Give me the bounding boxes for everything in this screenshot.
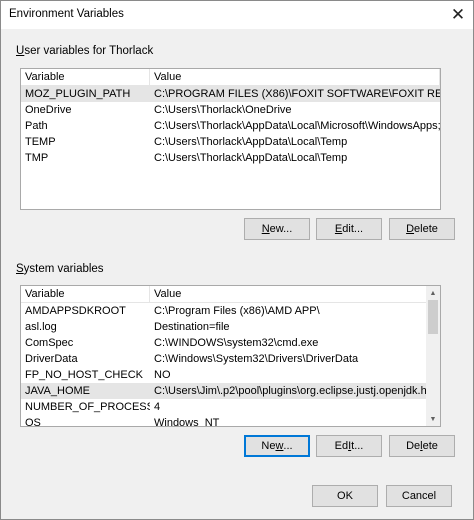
system-delete-button[interactable]: De l ete — [389, 435, 455, 457]
user-row-moz-plugin-path[interactable]: MOZ_PLUGIN_PATH C:\PROGRAM FILES (X86)\F… — [21, 86, 440, 102]
variable-name: asl.log — [25, 321, 57, 333]
user-edit-button[interactable]: Edit... — [316, 218, 382, 240]
scroll-up-arrow-icon[interactable]: ▲ — [426, 286, 440, 300]
variable-name: OneDrive — [25, 104, 72, 116]
variable-name: Path — [25, 120, 48, 132]
variable-value: NO — [154, 369, 171, 381]
variable-value: C:\Users\Thorlack\AppData\Local\Temp — [154, 136, 348, 148]
variable-value: C:\WINDOWS\system32\cmd.exe — [154, 337, 319, 349]
system-row-driverdata[interactable]: DriverData C:\Windows\System32\Drivers\D… — [21, 351, 440, 367]
system-row-comspec[interactable]: ComSpec C:\WINDOWS\system32\cmd.exe — [21, 335, 440, 351]
variable-value: C:\Users\Thorlack\OneDrive — [154, 104, 292, 116]
system-edit-button[interactable]: Ed It... — [316, 435, 382, 457]
variable-value: C:\Program Files (x86)\AMD APP\ — [154, 305, 320, 317]
column-header-value[interactable]: Value — [150, 69, 440, 85]
variable-name: DriverData — [25, 353, 78, 365]
user-delete-button[interactable]: Delete — [389, 218, 455, 240]
variable-value: Destination=file — [154, 321, 230, 333]
system-variables-list[interactable]: Variable Value AMDAPPSDKROOT C:\Program … — [20, 285, 441, 427]
variable-value: Windows_NT — [154, 417, 220, 427]
variable-name: OS — [25, 417, 41, 427]
variable-value: 4 — [154, 401, 161, 413]
variable-value: C:\Users\Jim\.p2\pool\plugins\org.eclips… — [154, 385, 440, 397]
ok-button[interactable]: OK — [312, 485, 378, 507]
variable-name: ComSpec — [25, 337, 74, 349]
variable-name: NUMBER_OF_PROCESSORS — [25, 401, 150, 413]
cancel-button[interactable]: Cancel — [386, 485, 452, 507]
system-row-fp-no-host-check[interactable]: FP_NO_HOST_CHECK NO — [21, 367, 440, 383]
variable-name: TEMP — [25, 136, 56, 148]
variable-name: FP_NO_HOST_CHECK — [25, 369, 143, 381]
close-icon[interactable]: ✕ — [443, 1, 473, 29]
user-variables-list[interactable]: Variable Value MOZ_PLUGIN_PATH C:\PROGRA… — [20, 68, 441, 210]
scroll-down-arrow-icon[interactable]: ▼ — [426, 412, 440, 426]
user-new-button[interactable]: New... — [244, 218, 310, 240]
user-variables-label: User variables for Thorlack — [16, 45, 154, 57]
system-variables-label: System variables — [16, 263, 104, 275]
user-list-header: Variable Value — [21, 69, 440, 86]
variable-name: AMDAPPSDKROOT — [25, 305, 126, 317]
user-row-temp[interactable]: TEMP C:\Users\Thorlack\AppData\Local\Tem… — [21, 134, 440, 150]
variable-name: JAVA_HOME — [25, 385, 90, 397]
system-row-os[interactable]: OS Windows_NT — [21, 415, 440, 427]
scrollbar-thumb[interactable] — [428, 300, 438, 334]
variable-value: C:\Users\Thorlack\AppData\Local\Microsof… — [154, 120, 440, 132]
user-row-path[interactable]: Path C:\Users\Thorlack\AppData\Local\Mic… — [21, 118, 440, 134]
system-row-asl-log[interactable]: asl.log Destination=file — [21, 319, 440, 335]
system-list-scrollbar[interactable]: ▲ ▼ — [426, 286, 440, 426]
variable-name: TMP — [25, 152, 49, 164]
system-row-java-home[interactable]: JAVA_HOME C:\Users\Jim\.p2\pool\plugins\… — [21, 383, 440, 399]
variable-value: C:\Windows\System32\Drivers\DriverData — [154, 353, 359, 365]
system-row-number-of-processors[interactable]: NUMBER_OF_PROCESSORS 4 — [21, 399, 440, 415]
column-header-variable[interactable]: Variable — [21, 286, 150, 302]
column-header-variable[interactable]: Variable — [21, 69, 150, 85]
variable-name: MOZ_PLUGIN_PATH — [25, 88, 131, 100]
user-row-onedrive[interactable]: OneDrive C:\Users\Thorlack\OneDrive — [21, 102, 440, 118]
column-header-value[interactable]: Value — [150, 286, 440, 302]
variable-value: C:\PROGRAM FILES (X86)\FOXIT SOFTWARE\FO… — [154, 88, 440, 100]
title-bar[interactable]: Environment Variables ✕ — [1, 1, 473, 29]
dialog-title: Environment Variables — [9, 8, 124, 20]
system-new-button[interactable]: Ne w... — [244, 435, 310, 457]
system-list-header: Variable Value — [21, 286, 440, 303]
user-row-tmp[interactable]: TMP C:\Users\Thorlack\AppData\Local\Temp — [21, 150, 440, 166]
variable-value: C:\Users\Thorlack\AppData\Local\Temp — [154, 152, 348, 164]
system-row-amdappsdkroot[interactable]: AMDAPPSDKROOT C:\Program Files (x86)\AMD… — [21, 303, 440, 319]
environment-variables-dialog: Environment Variables ✕ User variables f… — [0, 0, 474, 520]
